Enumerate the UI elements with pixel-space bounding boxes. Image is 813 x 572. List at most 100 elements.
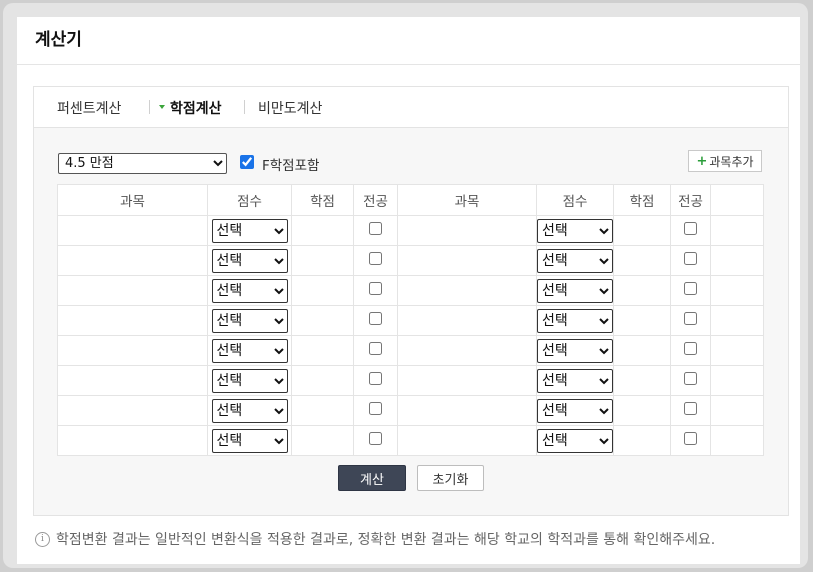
major-checkbox[interactable]	[684, 372, 697, 385]
score-select[interactable]: 선택	[537, 338, 613, 363]
credit-cell[interactable]	[291, 395, 354, 426]
grade-scale-select[interactable]: 4.5 만점	[58, 153, 227, 174]
subject-cell[interactable]	[57, 365, 208, 396]
spacer-cell	[710, 275, 764, 306]
subject-cell[interactable]	[57, 335, 208, 366]
score-select[interactable]: 선택	[537, 218, 613, 243]
subject-cell[interactable]	[397, 305, 537, 336]
subject-cell[interactable]	[397, 245, 537, 276]
subject-cell[interactable]	[57, 215, 208, 246]
score-select[interactable]: 선택	[211, 368, 288, 393]
score-cell: 선택	[536, 305, 614, 336]
score-cell: 선택	[207, 215, 292, 246]
score-select[interactable]: 선택	[537, 278, 613, 303]
major-checkbox[interactable]	[369, 402, 382, 415]
spacer-cell	[710, 335, 764, 366]
major-checkbox[interactable]	[684, 312, 697, 325]
credit-cell[interactable]	[613, 215, 671, 246]
major-checkbox[interactable]	[684, 252, 697, 265]
subject-cell[interactable]	[57, 305, 208, 336]
header-credit: 학점	[291, 184, 354, 216]
credit-cell[interactable]	[613, 365, 671, 396]
credit-cell[interactable]	[613, 245, 671, 276]
major-checkbox[interactable]	[369, 372, 382, 385]
score-select[interactable]: 선택	[211, 398, 288, 423]
major-checkbox[interactable]	[684, 402, 697, 415]
credit-cell[interactable]	[613, 275, 671, 306]
score-select[interactable]: 선택	[537, 398, 613, 423]
score-select[interactable]: 선택	[211, 248, 288, 273]
spacer-cell	[710, 245, 764, 276]
table-row: 선택 선택	[57, 395, 764, 426]
major-cell	[353, 395, 398, 426]
major-cell	[670, 305, 711, 336]
major-checkbox[interactable]	[684, 282, 697, 295]
major-checkbox[interactable]	[369, 252, 382, 265]
subject-cell[interactable]	[397, 395, 537, 426]
spacer-cell	[710, 395, 764, 426]
credit-cell[interactable]	[613, 395, 671, 426]
window-frame: 계산기 퍼센트계산 학점계산 비만도계산 4.5 만점 F학점포함 +과목추가	[3, 3, 808, 568]
header-subject: 과목	[397, 184, 537, 216]
major-checkbox[interactable]	[369, 432, 382, 445]
major-checkbox[interactable]	[369, 222, 382, 235]
major-cell	[670, 245, 711, 276]
major-checkbox[interactable]	[684, 432, 697, 445]
score-cell: 선택	[207, 275, 292, 306]
score-select[interactable]: 선택	[537, 428, 613, 453]
credit-cell[interactable]	[613, 335, 671, 366]
calculate-button[interactable]: 계산	[338, 465, 406, 491]
table-row: 선택 선택	[57, 275, 764, 306]
subject-cell[interactable]	[57, 425, 208, 456]
tab-percent[interactable]: 퍼센트계산	[57, 98, 121, 118]
add-subject-button[interactable]: + 과목추가	[688, 150, 762, 172]
credit-cell[interactable]	[291, 305, 354, 336]
tab-divider	[149, 100, 150, 114]
major-checkbox[interactable]	[369, 342, 382, 355]
subject-cell[interactable]	[57, 395, 208, 426]
subject-cell[interactable]	[397, 275, 537, 306]
add-subject-label: 과목추가	[709, 154, 754, 169]
credit-cell[interactable]	[291, 365, 354, 396]
calculator-card: 계산기 퍼센트계산 학점계산 비만도계산 4.5 만점 F학점포함 +과목추가	[17, 17, 800, 564]
major-checkbox[interactable]	[369, 312, 382, 325]
major-checkbox[interactable]	[684, 222, 697, 235]
credit-cell[interactable]	[291, 215, 354, 246]
header-subject: 과목	[57, 184, 208, 216]
credit-cell[interactable]	[613, 425, 671, 456]
credit-cell[interactable]	[291, 335, 354, 366]
credit-cell[interactable]	[291, 275, 354, 306]
score-select[interactable]: 선택	[537, 308, 613, 333]
table-row: 선택 선택	[57, 425, 764, 456]
tab-grade[interactable]: 학점계산	[159, 98, 222, 118]
credit-cell[interactable]	[291, 245, 354, 276]
subject-cell[interactable]	[397, 365, 537, 396]
score-select[interactable]: 선택	[211, 338, 288, 363]
table-row: 선택 선택	[57, 365, 764, 396]
subject-cell[interactable]	[397, 425, 537, 456]
tab-bmi[interactable]: 비만도계산	[258, 98, 322, 118]
credit-cell[interactable]	[291, 425, 354, 456]
major-checkbox[interactable]	[684, 342, 697, 355]
subject-cell[interactable]	[57, 275, 208, 306]
reset-button[interactable]: 초기화	[417, 465, 484, 491]
header-score: 점수	[536, 184, 614, 216]
major-cell	[670, 365, 711, 396]
score-select[interactable]: 선택	[537, 248, 613, 273]
score-select[interactable]: 선택	[211, 308, 288, 333]
score-select[interactable]: 선택	[211, 278, 288, 303]
table-row: 선택 선택	[57, 305, 764, 336]
f-grade-checkbox[interactable]	[240, 155, 254, 169]
score-select[interactable]: 선택	[211, 218, 288, 243]
credit-cell[interactable]	[613, 305, 671, 336]
f-grade-label: F학점포함	[262, 158, 320, 174]
score-cell: 선택	[536, 215, 614, 246]
subject-cell[interactable]	[57, 245, 208, 276]
major-checkbox[interactable]	[369, 282, 382, 295]
score-select[interactable]: 선택	[537, 368, 613, 393]
subject-cell[interactable]	[397, 335, 537, 366]
major-cell	[353, 275, 398, 306]
subject-cell[interactable]	[397, 215, 537, 246]
score-select[interactable]: 선택	[211, 428, 288, 453]
header-score: 점수	[207, 184, 292, 216]
